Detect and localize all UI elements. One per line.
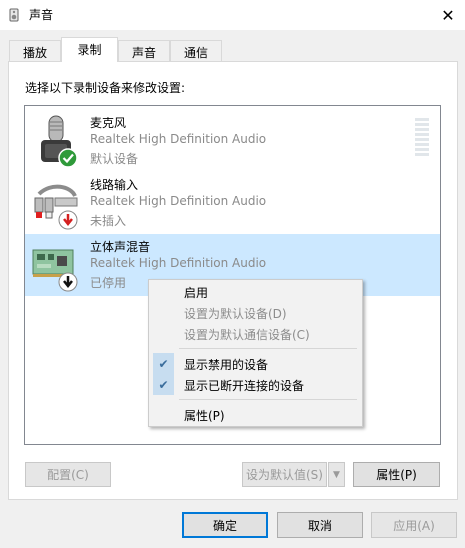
device-status: 未插入 bbox=[90, 214, 127, 228]
menu-item-set-default-comm-device: 设置为默认通信设备(C) bbox=[149, 323, 362, 344]
properties-button[interactable]: 属性(P) bbox=[353, 462, 440, 487]
device-name: 线路输入 bbox=[90, 178, 139, 192]
window-title: 声音 bbox=[29, 8, 54, 22]
configure-button[interactable]: 配置(C) bbox=[25, 462, 111, 487]
menu-item-label: 启用 bbox=[184, 286, 209, 300]
tab-label: 录制 bbox=[77, 43, 102, 57]
cancel-button[interactable]: 取消 bbox=[277, 512, 363, 538]
menu-item-label: 设置为默认通信设备(C) bbox=[184, 328, 310, 342]
menu-item-label: 显示禁用的设备 bbox=[184, 358, 269, 372]
microphone-icon bbox=[41, 115, 78, 168]
device-driver: Realtek High Definition Audio bbox=[90, 132, 267, 146]
line-in-icon bbox=[34, 184, 78, 230]
device-name: 麦克风 bbox=[90, 116, 127, 130]
device-name: 立体声混音 bbox=[90, 240, 151, 254]
menu-separator bbox=[179, 399, 357, 400]
close-icon: ✕ bbox=[441, 5, 455, 25]
level-meter bbox=[415, 118, 429, 160]
set-default-dropdown-button[interactable]: ▼ bbox=[328, 462, 345, 487]
button-label: 确定 bbox=[212, 518, 237, 533]
device-microphone[interactable]: 麦克风 Realtek High Definition Audio 默认设备 bbox=[25, 110, 440, 172]
chevron-down-icon: ▼ bbox=[333, 469, 340, 480]
menu-item-properties[interactable]: 属性(P) bbox=[149, 404, 362, 425]
device-driver: Realtek High Definition Audio bbox=[90, 256, 267, 270]
menu-item-set-default-device: 设置为默认设备(D) bbox=[149, 302, 362, 323]
button-label: 设为默认值(S) bbox=[246, 468, 323, 482]
apply-button[interactable]: 应用(A) bbox=[371, 512, 457, 538]
tab-sounds[interactable]: 声音 bbox=[118, 40, 170, 61]
device-line-in[interactable]: 线路输入 Realtek High Definition Audio 未插入 bbox=[25, 172, 440, 234]
sound-card-icon bbox=[32, 249, 78, 292]
menu-item-show-disconnected[interactable]: ✔ 显示已断开连接的设备 bbox=[149, 374, 362, 395]
instruction-label: 选择以下录制设备来修改设置: bbox=[25, 81, 186, 95]
green-check-badge bbox=[58, 148, 78, 168]
ok-button[interactable]: 确定 bbox=[182, 512, 268, 538]
button-label: 取消 bbox=[307, 518, 332, 533]
menu-item-show-disabled[interactable]: ✔ 显示禁用的设备 bbox=[149, 353, 362, 374]
check-icon: ✔ bbox=[153, 374, 174, 395]
tab-communications[interactable]: 通信 bbox=[170, 40, 222, 61]
set-default-button[interactable]: 设为默认值(S) bbox=[242, 462, 327, 487]
button-label: 应用(A) bbox=[393, 518, 435, 533]
button-label: 属性(P) bbox=[376, 468, 417, 482]
button-label: 配置(C) bbox=[47, 468, 89, 482]
tab-playback[interactable]: 播放 bbox=[9, 40, 61, 61]
device-driver: Realtek High Definition Audio bbox=[90, 194, 267, 208]
device-status: 已停用 bbox=[90, 276, 127, 290]
tab-label: 声音 bbox=[131, 46, 156, 60]
menu-item-label: 显示已断开连接的设备 bbox=[184, 379, 305, 393]
tab-label: 播放 bbox=[22, 46, 47, 60]
close-button[interactable]: ✕ bbox=[433, 2, 463, 28]
speaker-icon bbox=[9, 8, 19, 22]
check-icon: ✔ bbox=[153, 353, 174, 374]
tab-label: 通信 bbox=[183, 46, 208, 60]
menu-separator bbox=[179, 348, 357, 349]
menu-item-enable[interactable]: 启用 bbox=[149, 281, 362, 302]
context-menu: 启用 设置为默认设备(D) 设置为默认通信设备(C) ✔ 显示禁用的设备 ✔ 显… bbox=[148, 279, 363, 427]
device-status: 默认设备 bbox=[90, 152, 139, 166]
menu-item-label: 属性(P) bbox=[184, 409, 225, 423]
title-bar: 声音 ✕ bbox=[0, 0, 465, 30]
menu-item-label: 设置为默认设备(D) bbox=[184, 307, 287, 321]
tab-recording[interactable]: 录制 bbox=[61, 37, 118, 62]
